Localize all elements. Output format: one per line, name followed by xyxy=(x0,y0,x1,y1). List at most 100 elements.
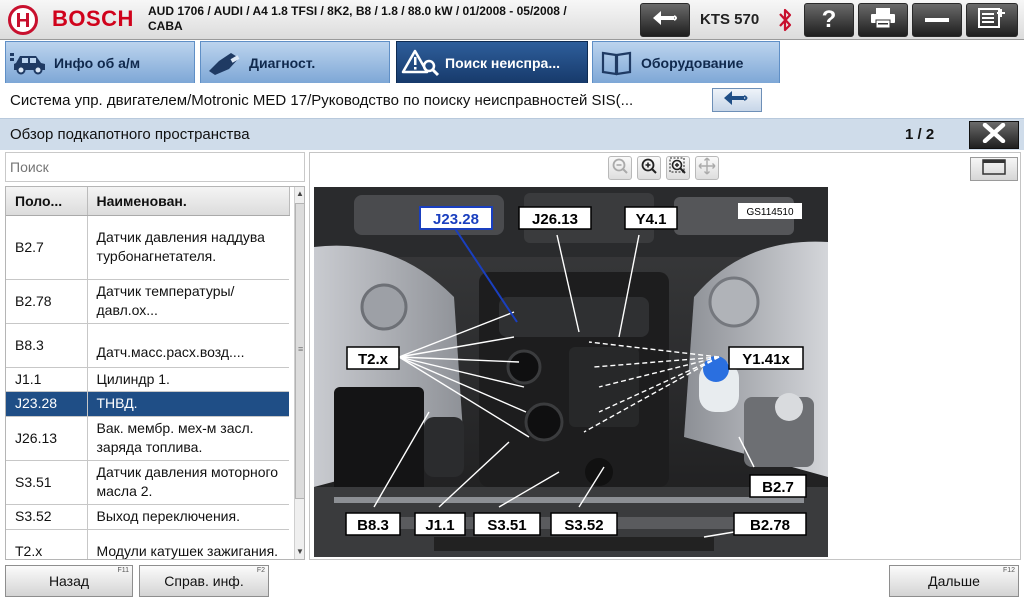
row-name: Вак. мембр. мех-м засл. заряда топлива. xyxy=(87,416,289,461)
zoom-out-button[interactable] xyxy=(608,156,632,180)
row-name: Модули катушек зажигания. xyxy=(87,529,289,559)
row-code: J1.1 xyxy=(6,367,88,392)
row-name: Датчик давления моторного масла 2. xyxy=(87,460,289,505)
help-button[interactable]: ? xyxy=(804,3,854,37)
svg-text:J1.1: J1.1 xyxy=(425,517,454,534)
callout-S3.52[interactable]: S3.52 xyxy=(550,512,618,536)
row-name: Датчик давления наддува турбонагнетателя… xyxy=(87,215,289,280)
reference-info-fkey: F2 xyxy=(256,567,265,574)
tab-label: Оборудование xyxy=(641,54,744,71)
row-name: Датч.масс.расх.возд.... xyxy=(87,323,289,368)
table-row[interactable]: S3.51 Датчик давления моторного масла 2. xyxy=(6,460,289,505)
column-header-position[interactable]: Поло... xyxy=(6,187,88,216)
table-row[interactable]: S3.52 Выход переключения. xyxy=(6,504,289,530)
table-row[interactable]: J1.1 Цилиндр 1. xyxy=(6,367,289,392)
breadcrumb-back-button[interactable] xyxy=(712,88,762,112)
close-button[interactable] xyxy=(969,121,1019,149)
print-icon xyxy=(869,7,897,34)
image-panel: GS114510 J23.28 J26.13 Y4.1 T2.x Y1.41x … xyxy=(309,152,1021,560)
svg-text:T2.x: T2.x xyxy=(358,351,389,368)
section-titlebar: Обзор подкапотного пространства 1 / 2 xyxy=(0,118,1024,150)
close-icon xyxy=(982,122,1006,148)
minimize-button[interactable] xyxy=(912,3,962,37)
next-button[interactable]: Дальше F12 xyxy=(889,565,1019,597)
table-row[interactable]: T2.x Модули катушек зажигания. xyxy=(6,529,289,559)
menu-button[interactable] xyxy=(966,3,1018,37)
column-header-name[interactable]: Наименован. xyxy=(87,187,290,216)
row-code: T2.x xyxy=(6,529,88,559)
table-row[interactable]: B8.3 Датч.масс.расх.возд.... xyxy=(6,323,289,368)
bluetooth-icon xyxy=(778,6,792,39)
vehicle-info: AUD 1706 / AUDI / A4 1.8 TFSI / 8K2, B8 … xyxy=(148,4,618,34)
table-row-selected[interactable]: J23.28 ТНВД. xyxy=(6,391,289,417)
row-code: J23.28 xyxy=(6,391,88,417)
scroll-down-icon[interactable]: ▼ xyxy=(295,546,304,558)
search-input[interactable] xyxy=(5,152,305,182)
scroll-up-icon[interactable]: ▲ xyxy=(295,188,304,200)
back-label: Назад xyxy=(48,573,90,589)
tab-equipment[interactable]: Оборудование xyxy=(592,41,780,83)
next-label: Дальше xyxy=(928,573,980,589)
breadcrumb-path: Система упр. двигателем/Motronic MED 17/… xyxy=(10,92,634,109)
row-code: B2.78 xyxy=(6,279,88,324)
tab-troubleshooting[interactable]: Поиск неиспра... xyxy=(396,41,588,83)
row-code: S3.51 xyxy=(6,460,88,505)
page-title: Обзор подкапотного пространства xyxy=(10,126,250,143)
table-row[interactable]: J26.13 Вак. мембр. мех-м засл. заряда то… xyxy=(6,416,289,461)
pan-button[interactable] xyxy=(695,156,719,180)
warning-search-icon xyxy=(397,43,445,83)
callout-Y4.1[interactable]: Y4.1 xyxy=(624,206,678,230)
svg-text:S3.51: S3.51 xyxy=(487,517,526,534)
help-icon: ? xyxy=(821,6,837,33)
zoom-area-button[interactable] xyxy=(666,156,690,180)
callout-Y1.41x[interactable]: Y1.41x xyxy=(728,346,804,370)
menu-icon xyxy=(978,7,1006,34)
device-label: KTS 570 xyxy=(700,11,760,28)
maximize-button[interactable] xyxy=(970,157,1018,181)
table-row[interactable]: B2.7 Датчик давления наддува турбонагнет… xyxy=(6,215,289,280)
main-tabs: Инфо об а/м Диагност. Поиск неиспра... О… xyxy=(0,40,1024,84)
pan-icon xyxy=(698,157,716,180)
svg-text:Y1.41x: Y1.41x xyxy=(742,351,790,368)
svg-text:B2.78: B2.78 xyxy=(750,517,790,534)
tab-vehicle-info[interactable]: Инфо об а/м xyxy=(5,41,195,83)
row-name: Выход переключения. xyxy=(87,504,289,530)
vehicle-line-2: CABA xyxy=(148,19,183,33)
zoom-in-button[interactable] xyxy=(637,156,661,180)
callout-B2.7[interactable]: B2.7 xyxy=(749,474,807,498)
callout-J23.28[interactable]: J23.28 xyxy=(419,206,493,230)
callout-T2.x[interactable]: T2.x xyxy=(346,346,400,370)
svg-text:J23.28: J23.28 xyxy=(433,211,479,228)
engine-bay-image[interactable]: GS114510 J23.28 J26.13 Y4.1 T2.x Y1.41x … xyxy=(314,187,828,557)
car-info-icon xyxy=(6,43,54,83)
table-scrollbar[interactable]: ▲ ≡ ▼ xyxy=(294,187,304,559)
next-fkey: F12 xyxy=(1002,567,1015,574)
app-header: BOSCH AUD 1706 / AUDI / A4 1.8 TFSI / 8K… xyxy=(0,0,1024,40)
reference-info-label: Справ. инф. xyxy=(164,573,244,589)
diagnostic-plug-icon xyxy=(201,43,249,83)
header-back-button[interactable] xyxy=(640,3,690,37)
bosch-logo-icon xyxy=(8,5,38,35)
svg-text:Y4.1: Y4.1 xyxy=(636,211,667,228)
brand-name: BOSCH xyxy=(52,6,134,31)
image-ref-label: GS114510 xyxy=(746,207,794,218)
callout-S3.51[interactable]: S3.51 xyxy=(473,512,541,536)
row-code: S3.52 xyxy=(6,504,88,530)
back-button[interactable]: Назад F11 xyxy=(5,565,133,597)
svg-text:S3.52: S3.52 xyxy=(564,517,603,534)
table-row[interactable]: B2.78 Датчик температуры/давл.ох... xyxy=(6,279,289,324)
print-button[interactable] xyxy=(858,3,908,37)
row-code: B8.3 xyxy=(6,323,88,368)
reference-info-button[interactable]: Справ. инф. F2 xyxy=(139,565,269,597)
tab-diagnostics[interactable]: Диагност. xyxy=(200,41,390,83)
callout-J1.1[interactable]: J1.1 xyxy=(414,512,466,536)
zoom-area-icon xyxy=(669,157,687,180)
scrollbar-thumb[interactable]: ≡ xyxy=(295,203,304,499)
svg-text:J26.13: J26.13 xyxy=(532,211,578,228)
callout-B2.78[interactable]: B2.78 xyxy=(733,512,807,536)
callout-B8.3[interactable]: B8.3 xyxy=(345,512,401,536)
tab-label: Поиск неиспра... xyxy=(445,54,561,71)
row-name: Датчик температуры/давл.ох... xyxy=(87,279,289,324)
maximize-icon xyxy=(982,158,1006,180)
callout-J26.13[interactable]: J26.13 xyxy=(518,206,592,230)
